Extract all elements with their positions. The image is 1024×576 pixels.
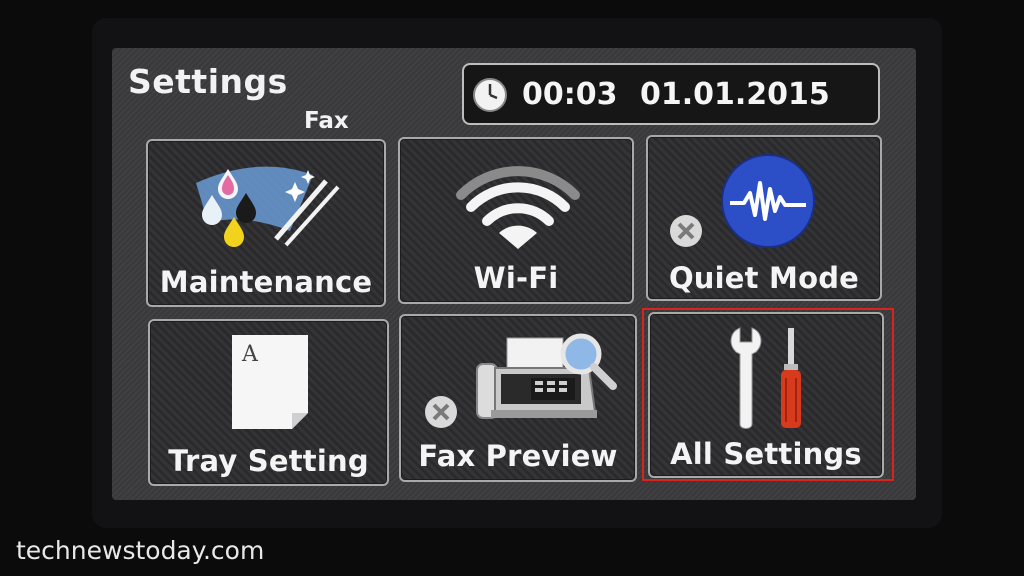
tile-label: Fax Preview — [418, 439, 618, 473]
ink-drops-wiper-icon — [196, 166, 340, 247]
clock-time: 00:03 — [522, 77, 618, 112]
fax-sublabel: Fax — [304, 108, 349, 134]
disabled-x-icon — [425, 396, 457, 428]
tray-setting-tile[interactable]: A Tray Setting — [148, 319, 389, 486]
paper-tray-icon: A — [232, 335, 308, 429]
tile-label: Wi-Fi — [473, 261, 559, 295]
wrench-screwdriver-icon — [730, 327, 801, 429]
tile-label: All Settings — [670, 437, 862, 471]
maintenance-tile[interactable]: Maintenance — [146, 139, 386, 307]
disabled-x-icon — [670, 215, 702, 247]
tile-label: Quiet Mode — [668, 261, 860, 295]
quiet-mode-tile[interactable]: Quiet Mode — [646, 135, 882, 301]
all-settings-tile[interactable]: All Settings — [648, 312, 884, 478]
page-title: Settings — [128, 62, 288, 101]
date-time-display[interactable]: 00:03 01.01.2015 — [462, 63, 880, 125]
sound-wave-icon — [721, 154, 815, 248]
tile-label: Tray Setting — [168, 444, 369, 478]
watermark: technewstoday.com — [16, 536, 265, 565]
fax-preview-tile[interactable]: Fax Preview — [399, 314, 637, 482]
wifi-icon — [456, 166, 580, 249]
clock-date: 01.01.2015 — [640, 77, 830, 112]
fax-magnifier-icon — [476, 333, 617, 419]
svg-text:A: A — [241, 342, 259, 367]
tile-label: Maintenance — [159, 265, 373, 299]
clock-icon — [473, 78, 507, 112]
wifi-tile[interactable]: Wi-Fi — [398, 137, 634, 304]
